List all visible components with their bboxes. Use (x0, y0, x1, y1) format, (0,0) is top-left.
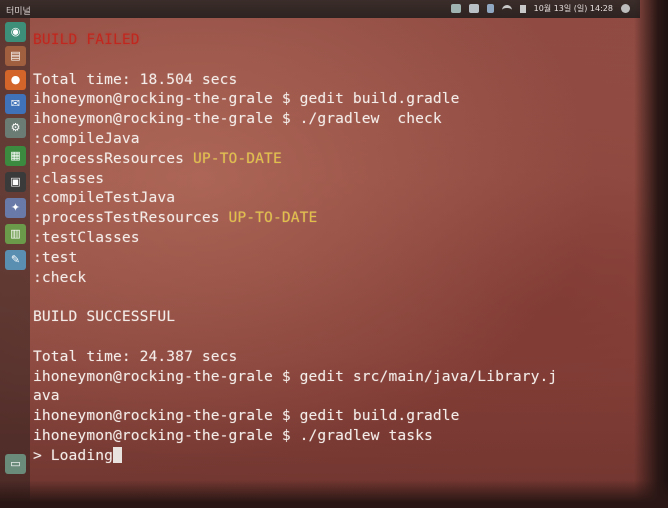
terminal-line: ihoneymon@rocking-the-grale $ ./gradlew … (33, 109, 633, 129)
terminal-line: ihoneymon@rocking-the-grale $ ./gradlew … (33, 426, 633, 446)
terminal-status-icon[interactable] (450, 4, 461, 13)
settings-icon-glyph: ⚙ (10, 121, 21, 134)
terminal-line: :test (33, 248, 633, 268)
terminal-line-text: :compileTestJava (33, 189, 176, 207)
libreoffice-calc-icon-glyph: ▦ (10, 149, 21, 162)
text-editor-icon[interactable]: ▥ (5, 224, 26, 244)
terminal-line-text: ihoneymon@rocking-the-grale $ gedit buil… (33, 407, 460, 425)
task-status-label: UP-TO-DATE (192, 149, 282, 167)
terminal-line-text: :compileJava (33, 129, 140, 147)
terminal-line: :processResources UP-TO-DATE (33, 149, 633, 169)
panel-clock[interactable]: 10월 13일 (일) 14:28 (534, 3, 613, 14)
panel-indicators: 10월 13일 (일) 14:28 (450, 3, 630, 14)
libreoffice-calc-icon[interactable]: ▦ (5, 146, 26, 166)
terminal-line-text: BUILD SUCCESSFUL (33, 308, 176, 326)
writer-icon[interactable]: ✎ (5, 250, 26, 270)
terminal-icon-glyph: ▣ (10, 175, 21, 188)
terminal-line-text: Total time: 18.504 secs (33, 70, 238, 88)
terminal-line-text: ava (33, 387, 60, 405)
dash-home-icon[interactable]: ◉ (5, 22, 26, 42)
terminal-line-text: ihoneymon@rocking-the-grale $ ./gradlew … (33, 426, 433, 444)
files-icon-glyph: ▤ (10, 49, 21, 62)
terminal-line-text: :check (33, 268, 87, 286)
thunderbird-icon[interactable]: ✉ (5, 94, 26, 114)
text-editor-icon-glyph: ▥ (10, 227, 21, 240)
files-icon[interactable]: ▤ (5, 46, 26, 66)
terminal-cursor (112, 446, 122, 463)
system-monitor-icon[interactable]: ✦ (5, 198, 26, 218)
system-monitor-icon-glyph: ✦ (10, 201, 21, 214)
terminal-line: :compileTestJava (33, 188, 633, 208)
loading-progress-text: > Loading (33, 446, 113, 464)
top-panel: 터미널 10월 13일 (일) 14:28 (0, 0, 640, 18)
terminal-line: ihoneymon@rocking-the-grale $ gedit buil… (33, 89, 633, 109)
bluetooth-icon[interactable] (486, 4, 494, 13)
firefox-icon-glyph: ● (10, 73, 21, 86)
firefox-icon[interactable]: ● (5, 70, 26, 90)
terminal-line: Total time: 18.504 secs (33, 70, 633, 90)
terminal-line-text: :testClasses (33, 228, 140, 246)
terminal-line: :compileJava (33, 129, 633, 149)
terminal-line-text: ihoneymon@rocking-the-grale $ ./gradlew … (33, 110, 442, 128)
trash-icon-glyph: ▭ (10, 457, 21, 470)
dash-home-icon-glyph: ◉ (10, 25, 21, 38)
terminal-line-text: Total time: 24.387 secs (33, 347, 238, 365)
panel-app-title: 터미널 (6, 7, 31, 17)
mail-icon[interactable] (468, 4, 479, 13)
terminal-line: ava (33, 386, 633, 406)
task-status-label: UP-TO-DATE (228, 209, 318, 227)
screen-edge-right (634, 0, 668, 508)
terminal-line: :processTestResources UP-TO-DATE (33, 208, 633, 228)
terminal-line-text: :classes (33, 169, 105, 187)
launcher: ◉ ▤ ● ✉ ⚙ ▦ ▣ ✦ ▥ ✎ ▭ (0, 18, 30, 508)
terminal-line-text: :test (33, 248, 78, 266)
screen-edge-bottom (0, 480, 668, 508)
terminal-line: :check (33, 268, 633, 288)
terminal-line: ihoneymon@rocking-the-grale $ gedit buil… (33, 406, 633, 426)
terminal-line-text: ihoneymon@rocking-the-grale $ gedit src/… (33, 367, 558, 385)
trash-icon[interactable]: ▭ (5, 454, 26, 474)
settings-icon[interactable]: ⚙ (5, 118, 26, 138)
terminal-output[interactable]: BUILD FAILED Total time: 18.504 secs ihone… (33, 30, 633, 466)
terminal-line: BUILD FAILED (33, 30, 633, 50)
terminal-line: Total time: 24.387 secs (33, 347, 633, 367)
terminal-prompt-line[interactable]: > Loading (33, 446, 633, 466)
writer-icon-glyph: ✎ (10, 253, 21, 266)
wifi-icon[interactable] (501, 4, 512, 13)
terminal-icon[interactable]: ▣ (5, 172, 26, 192)
terminal-line-text: ihoneymon@rocking-the-grale $ gedit buil… (33, 90, 460, 108)
terminal-line-text: :processResources (33, 149, 185, 167)
terminal-line: :classes (33, 169, 633, 189)
terminal-line-text: :processTestResources (33, 209, 220, 227)
terminal-line-text: BUILD FAILED (33, 31, 140, 48)
volume-icon[interactable] (519, 4, 526, 13)
terminal-line: ihoneymon@rocking-the-grale $ gedit src/… (33, 367, 633, 387)
thunderbird-icon-glyph: ✉ (10, 97, 21, 110)
settings-gear-icon[interactable] (621, 4, 630, 13)
terminal-line: :testClasses (33, 228, 633, 248)
terminal-line: BUILD SUCCESSFUL (33, 307, 633, 327)
